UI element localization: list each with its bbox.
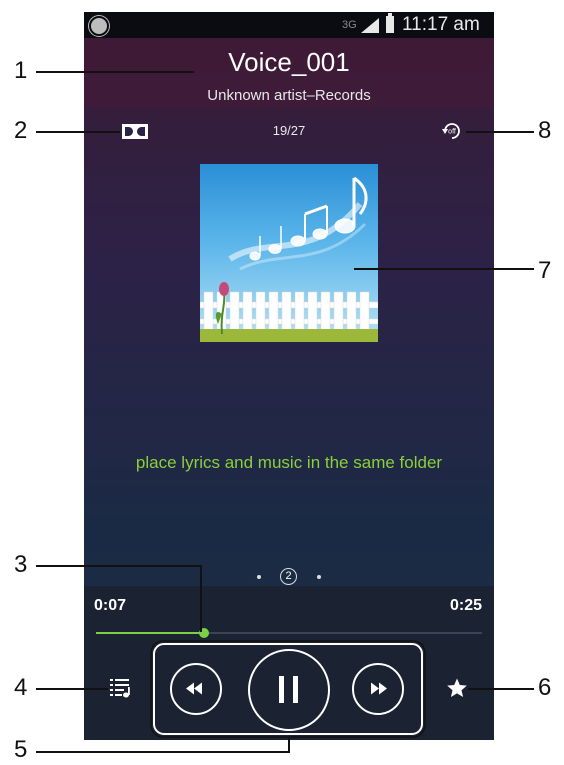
callout-6: 6 [538, 674, 552, 701]
callout-line-3 [36, 565, 200, 567]
callout-line-6 [468, 688, 534, 690]
callout-line-5-vertical [288, 737, 290, 753]
callout-layer [150, 640, 426, 738]
callout-8: 8 [538, 117, 552, 144]
callout-3: 3 [14, 551, 28, 578]
callout-line-4 [36, 688, 108, 690]
callout-2: 2 [14, 117, 28, 144]
callout-line-1 [36, 71, 194, 73]
callout-line-7 [354, 268, 534, 270]
callout-line-8 [466, 131, 534, 133]
callout-line-3-vertical [200, 565, 202, 632]
callout-4: 4 [14, 674, 28, 701]
callout-line-5 [36, 751, 290, 753]
callout-1: 1 [14, 57, 28, 84]
callout-5: 5 [14, 736, 28, 763]
callout-line-2 [36, 131, 120, 133]
callout-7: 7 [538, 257, 552, 284]
